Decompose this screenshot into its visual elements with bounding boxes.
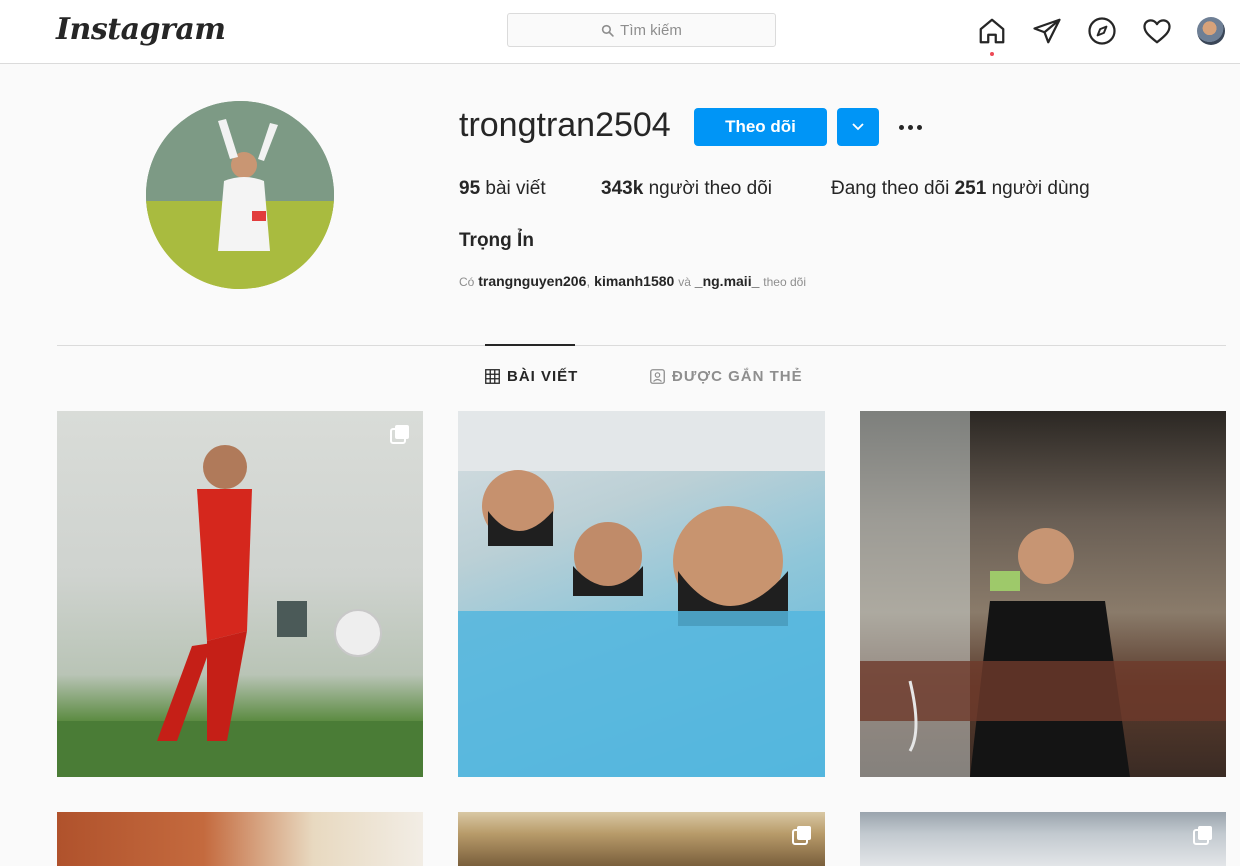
tab-posts-label: BÀI VIẾT	[507, 368, 579, 385]
tagged-icon	[650, 369, 665, 384]
followed-by-separator: ,	[586, 273, 591, 289]
posts-count: 95 bài viết	[459, 178, 546, 200]
following-count[interactable]: Đang theo dõi 251 người dùng	[831, 178, 1090, 200]
suggestions-dropdown-button[interactable]	[837, 108, 879, 146]
search-input[interactable]: Tìm kiếm	[507, 13, 776, 47]
dot	[907, 124, 913, 130]
followers-count-value: 343k	[601, 178, 644, 199]
followers-count-label: người theo dõi	[648, 178, 772, 199]
post-thumbnail[interactable]	[458, 812, 825, 866]
profile-avatar[interactable]	[1197, 17, 1225, 45]
chevron-down-icon	[852, 123, 864, 131]
grid-icon	[485, 369, 500, 384]
instagram-logo[interactable]: Instagram	[56, 12, 226, 47]
followed-by-account-1[interactable]: trangnguyen206	[478, 273, 586, 289]
dot	[916, 124, 922, 130]
followers-count[interactable]: 343k người theo dõi	[601, 178, 772, 200]
post-thumbnail[interactable]	[860, 411, 1226, 777]
post-thumbnail[interactable]	[57, 411, 423, 777]
top-nav: Instagram Tìm kiếm	[0, 0, 1240, 64]
notification-dot	[990, 52, 994, 56]
post-thumbnail[interactable]	[860, 812, 1226, 866]
profile-picture[interactable]	[146, 101, 334, 289]
post-image	[860, 411, 1226, 777]
tab-tagged-label: ĐƯỢC GẮN THẺ	[672, 368, 803, 385]
carousel-icon	[389, 423, 411, 445]
followed-by-account-2[interactable]: kimanh1580	[594, 273, 674, 289]
direct-icon[interactable]	[1032, 16, 1062, 46]
tab-tagged[interactable]: ĐƯỢC GẮN THẺ	[650, 368, 803, 385]
followed-by-suffix: theo dõi	[763, 275, 806, 289]
following-count-value: 251	[954, 178, 987, 199]
tabs-divider	[57, 345, 1226, 346]
follow-button[interactable]: Theo dõi	[694, 108, 827, 146]
active-tab-indicator	[485, 344, 575, 346]
more-options-button[interactable]	[893, 113, 927, 141]
tab-posts[interactable]: BÀI VIẾT	[485, 368, 578, 385]
post-image	[57, 445, 423, 777]
post-thumbnail[interactable]	[458, 411, 825, 777]
search-placeholder: Tìm kiếm	[620, 21, 682, 39]
carousel-icon	[1192, 824, 1214, 846]
posts-count-label: bài viết	[485, 178, 546, 199]
profile-full-name: Trọng Ỉn	[459, 230, 534, 251]
explore-icon[interactable]	[1087, 16, 1117, 46]
posts-count-value: 95	[459, 178, 481, 199]
dot	[898, 124, 904, 130]
heart-icon[interactable]	[1142, 16, 1172, 46]
post-image	[458, 411, 825, 777]
profile-username: trongtran2504	[459, 106, 671, 144]
following-count-label: người dùng	[991, 178, 1090, 199]
profile-photo-art	[146, 101, 334, 289]
followed-by-prefix: Có	[459, 275, 475, 289]
carousel-icon	[791, 824, 813, 846]
home-icon[interactable]	[977, 16, 1007, 46]
following-prefix: Đang theo dõi	[831, 178, 950, 199]
followed-by-account-3[interactable]: _ng.maii_	[695, 273, 760, 289]
post-thumbnail[interactable]	[57, 812, 423, 866]
followed-by-text: Có trangnguyen206, kimanh1580 và _ng.mai…	[459, 273, 806, 289]
followed-by-and: và	[678, 275, 691, 289]
search-icon	[601, 24, 614, 37]
